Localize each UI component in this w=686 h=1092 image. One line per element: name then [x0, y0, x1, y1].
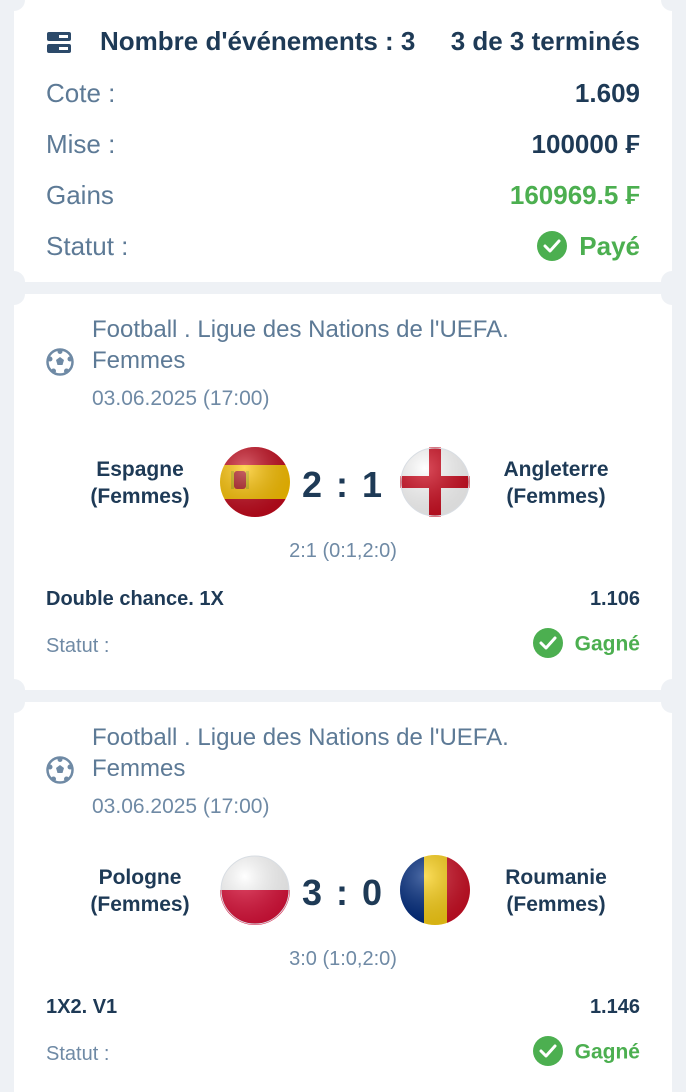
status-label: Statut :: [46, 1043, 110, 1065]
away-team-category: (Femmes): [506, 893, 606, 916]
card-notch: [3, 283, 25, 305]
event-card[interactable]: Football . Ligue des Nations de l'UEFA. …: [3, 283, 683, 701]
odds-label: Cote :: [46, 78, 116, 108]
competition-name: Football . Ligue des Nations de l'UEFA. …: [92, 314, 509, 376]
winnings-row: Gains 160969.5 ₣: [46, 180, 640, 220]
stake-row: Mise : 100000 ₣: [46, 129, 640, 169]
stake-label: Mise :: [46, 129, 116, 159]
home-team: Espagne (Femmes): [80, 456, 200, 510]
home-team-name: Pologne: [98, 866, 182, 889]
odds-value: 1.609: [574, 78, 640, 108]
card-notch: [3, 691, 25, 713]
competition-name: Football . Ligue des Nations de l'UEFA. …: [92, 722, 509, 784]
away-team: Angleterre (Femmes): [488, 456, 624, 510]
status-value: Payé: [579, 231, 640, 261]
status-value-wrap: Payé: [537, 231, 640, 263]
score-detail: 2:1 (0:1,2:0): [289, 540, 397, 562]
card-notch: [3, 0, 25, 11]
bet-market: Double chance. 1X: [46, 588, 224, 610]
home-team: Pologne (Femmes): [80, 864, 200, 918]
match-score: 3 : 0: [301, 872, 385, 913]
status-value-wrap: Gagné: [532, 1036, 640, 1068]
soccer-ball-icon: [46, 756, 74, 784]
score-detail: 3:0 (1:0,2:0): [289, 948, 397, 970]
check-circle-icon: [532, 1036, 563, 1066]
event-card[interactable]: Football . Ligue des Nations de l'UEFA. …: [3, 691, 683, 1092]
home-team-category: (Femmes): [90, 485, 190, 508]
home-team-name: Espagne: [96, 458, 184, 481]
winnings-label: Gains: [46, 180, 114, 210]
list-icon: [47, 32, 71, 53]
events-count-row: Nombre d'événements : 3 3 de 3 terminés: [46, 26, 640, 66]
winnings-value: 160969.5 ₣: [509, 180, 640, 210]
status-value: Gagné: [574, 632, 640, 656]
away-team-name: Angleterre: [503, 458, 609, 481]
check-circle-icon: [537, 231, 568, 262]
romania-flag-icon: [400, 855, 470, 925]
bet-odds: 1.106: [589, 588, 640, 610]
status-label: Statut :: [46, 231, 129, 261]
event-date: 03.06.2025 (17:00): [92, 795, 270, 818]
match-score: 2 : 1: [301, 464, 385, 505]
away-team-category: (Femmes): [506, 485, 606, 508]
check-circle-icon: [532, 628, 563, 658]
away-team: Roumanie (Femmes): [488, 864, 624, 918]
status-label: Statut :: [46, 635, 110, 657]
competition-line: Femmes: [92, 755, 186, 782]
card-notch: [661, 0, 683, 11]
competition-line: Femmes: [92, 347, 186, 374]
status-value: Gagné: [574, 1040, 640, 1064]
home-team-category: (Femmes): [90, 893, 190, 916]
events-completed: 3 de 3 terminés: [450, 26, 640, 56]
odds-row: Cote : 1.609: [46, 78, 640, 118]
status-value-wrap: Gagné: [532, 628, 640, 660]
card-notch: [661, 283, 683, 305]
competition-line: Football . Ligue des Nations de l'UEFA.: [92, 316, 509, 343]
away-team-name: Roumanie: [505, 866, 607, 889]
poland-flag-icon: [220, 855, 290, 925]
competition-line: Football . Ligue des Nations de l'UEFA.: [92, 724, 509, 751]
events-count-label: Nombre d'événements : 3: [100, 26, 416, 56]
card-notch: [661, 691, 683, 713]
england-flag-icon: [400, 447, 470, 517]
bet-summary-card: Nombre d'événements : 3 3 de 3 terminés …: [3, 0, 683, 293]
stake-value: 100000 ₣: [531, 129, 640, 159]
spain-flag-icon: [220, 447, 290, 517]
event-date: 03.06.2025 (17:00): [92, 387, 270, 410]
bet-market: 1X2. V1: [46, 996, 118, 1018]
status-row: Statut : Payé: [46, 231, 640, 271]
soccer-ball-icon: [46, 348, 74, 376]
bet-odds: 1.146: [589, 996, 640, 1018]
